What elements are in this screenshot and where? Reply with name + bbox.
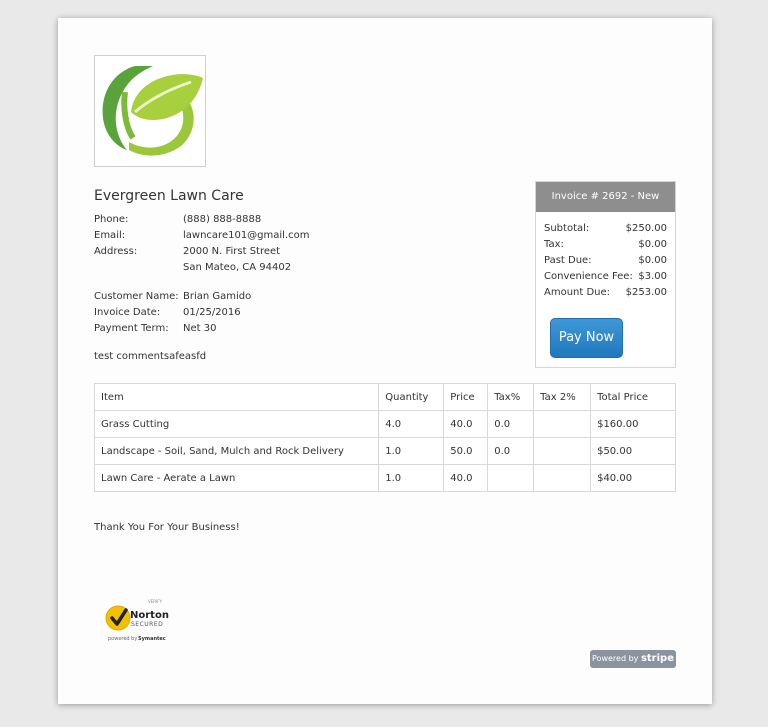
- invoice-date-label: Invoice Date:: [94, 307, 161, 318]
- summary-label: Subtotal:: [544, 223, 590, 234]
- column-header: Tax%: [487, 383, 535, 411]
- column-header: Total Price: [590, 383, 676, 411]
- table-cell: [533, 464, 592, 492]
- pay-now-button[interactable]: Pay Now: [550, 318, 623, 358]
- summary-value: $253.00: [625, 287, 667, 298]
- summary-label: Amount Due:: [544, 287, 611, 298]
- summary-value: $250.00: [625, 223, 667, 234]
- table-row: Grass Cutting 4.0 40.0 0.0 $160.00: [93, 410, 676, 438]
- company-logo: [94, 55, 206, 167]
- table-cell: 40.0: [443, 410, 489, 438]
- summary-label: Past Due:: [544, 255, 592, 266]
- powered-by-stripe-badge[interactable]: Powered by stripe: [590, 650, 676, 668]
- table-cell: [487, 464, 535, 492]
- address-label: Address:: [94, 246, 138, 257]
- norton-verify-text: VERIFY: [148, 599, 163, 604]
- column-header: Item: [93, 383, 380, 411]
- norton-secured-badge[interactable]: VERIFY Norton SECURED powered by Symante…: [104, 598, 184, 646]
- table-cell: Grass Cutting: [93, 410, 380, 438]
- table-cell: Lawn Care - Aerate a Lawn: [93, 464, 380, 492]
- summary-label: Tax:: [544, 239, 564, 250]
- table-cell: 0.0: [487, 437, 535, 465]
- summary-value: $0.00: [638, 239, 667, 250]
- payment-term-value: Net 30: [183, 323, 217, 334]
- summary-row: Subtotal: $250.00: [544, 221, 667, 237]
- email-label: Email:: [94, 230, 126, 241]
- table-row: Lawn Care - Aerate a Lawn 1.0 40.0 $40.0…: [93, 464, 676, 492]
- phone-value: (888) 888-8888: [183, 214, 262, 225]
- summary-row: Amount Due: $253.00: [544, 285, 667, 301]
- table-cell: $50.00: [590, 437, 676, 465]
- invoice-summary: Invoice # 2692 - New Subtotal: $250.00 T…: [535, 181, 676, 368]
- summary-row: Tax: $0.00: [544, 237, 667, 253]
- leaf-logo-icon: [102, 66, 203, 156]
- table-cell: 1.0: [378, 437, 445, 465]
- table-cell: 40.0: [443, 464, 489, 492]
- table-cell: Landscape - Soil, Sand, Mulch and Rock D…: [93, 437, 380, 465]
- summary-value: $0.00: [638, 255, 667, 266]
- customer-name-label: Customer Name:: [94, 291, 179, 302]
- address-line2: San Mateo, CA 94402: [183, 262, 292, 273]
- norton-secured-text: SECURED: [131, 621, 163, 628]
- column-header: Quantity: [378, 383, 445, 411]
- table-cell: $40.00: [590, 464, 676, 492]
- table-row: Landscape - Soil, Sand, Mulch and Rock D…: [93, 437, 676, 465]
- invoice-comments: test commentsafeasfd: [94, 351, 207, 362]
- summary-value: $3.00: [638, 271, 667, 282]
- table-cell: 1.0: [378, 464, 445, 492]
- summary-row: Convenience Fee: $3.00: [544, 269, 667, 285]
- norton-symantec-text: Symantec: [138, 636, 166, 642]
- table-cell: 4.0: [378, 410, 445, 438]
- norton-powered-text: powered by: [108, 636, 137, 642]
- invoice-number-header: Invoice # 2692 - New: [536, 182, 675, 212]
- column-header: Tax 2%: [533, 383, 592, 411]
- customer-info: Customer Name: Brian Gamido Invoice Date…: [94, 289, 394, 339]
- line-items-table: Item Quantity Price Tax% Tax 2% Total Pr…: [93, 383, 676, 492]
- company-contact: Phone: (888) 888-8888 Email: lawncare101…: [94, 212, 394, 292]
- invoice-page: Evergreen Lawn Care Phone: (888) 888-888…: [58, 18, 712, 704]
- thank-you-note: Thank You For Your Business!: [94, 522, 240, 533]
- customer-name-value: Brian Gamido: [183, 291, 252, 302]
- summary-label: Convenience Fee:: [544, 271, 633, 282]
- stripe-powered-text: Powered by: [592, 654, 639, 663]
- payment-term-label: Payment Term:: [94, 323, 169, 334]
- email-value: lawncare101@gmail.com: [183, 230, 310, 241]
- summary-row: Past Due: $0.00: [544, 253, 667, 269]
- invoice-date-value: 01/25/2016: [183, 307, 241, 318]
- table-cell: 0.0: [487, 410, 535, 438]
- table-cell: $160.00: [590, 410, 676, 438]
- address-line1: 2000 N. First Street: [183, 246, 281, 257]
- company-name: Evergreen Lawn Care: [94, 188, 244, 204]
- table-cell: 50.0: [443, 437, 489, 465]
- phone-label: Phone:: [94, 214, 129, 225]
- norton-brand-text: Norton: [130, 610, 169, 621]
- table-header-row: Item Quantity Price Tax% Tax 2% Total Pr…: [93, 383, 676, 411]
- stripe-brand-text: stripe: [640, 653, 674, 664]
- column-header: Price: [443, 383, 489, 411]
- table-cell: [533, 437, 592, 465]
- table-cell: [533, 410, 592, 438]
